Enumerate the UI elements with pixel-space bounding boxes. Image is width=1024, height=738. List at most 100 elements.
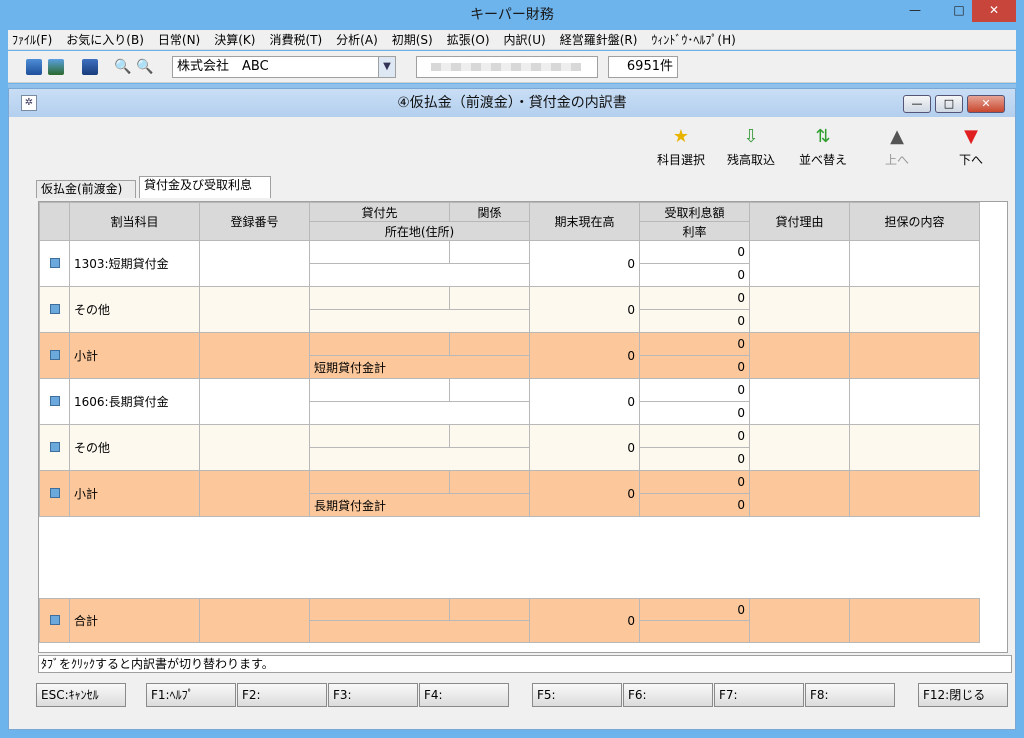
row-riyu[interactable] bbox=[749, 424, 850, 471]
f3-button[interactable]: F3: bbox=[328, 683, 418, 707]
row-kashitsuke bbox=[309, 332, 450, 356]
menu-window-help[interactable]: ｳｨﾝﾄﾞｳ･ﾍﾙﾌﾟ(H) bbox=[651, 31, 735, 48]
f1-help-button[interactable]: F1:ﾍﾙﾌﾟ bbox=[146, 683, 236, 707]
row-toroku[interactable] bbox=[199, 286, 310, 333]
row-checkbox[interactable] bbox=[39, 332, 70, 379]
f4-button[interactable]: F4: bbox=[419, 683, 509, 707]
row-uketori[interactable]: 0 bbox=[639, 240, 750, 264]
row-kankei[interactable] bbox=[449, 424, 530, 448]
table-row[interactable]: 小計 0 0 bbox=[39, 470, 980, 517]
row-checkbox[interactable] bbox=[39, 470, 70, 517]
company-select[interactable]: 株式会社 ABC ▼ bbox=[172, 56, 396, 78]
import-balance-button[interactable]: ⇩ 残高取込 bbox=[719, 127, 783, 168]
row-kashitsuke[interactable] bbox=[309, 378, 450, 402]
row-kashitsuke[interactable] bbox=[309, 286, 450, 310]
total-checkbox[interactable] bbox=[39, 598, 70, 643]
close-icon[interactable]: ✕ bbox=[972, 0, 1016, 22]
total-row[interactable]: 合計 0 0 bbox=[39, 598, 980, 643]
f2-button[interactable]: F2: bbox=[237, 683, 327, 707]
checkbox-icon[interactable] bbox=[49, 349, 60, 360]
move-up-button[interactable]: ▲ 上へ bbox=[865, 127, 929, 168]
checkbox-icon[interactable] bbox=[49, 303, 60, 314]
menu-settlement[interactable]: 決算(K) bbox=[214, 31, 255, 48]
minimize-icon[interactable]: — bbox=[900, 0, 930, 22]
row-kimatsu[interactable]: 0 bbox=[529, 286, 640, 333]
row-riyu[interactable] bbox=[749, 378, 850, 425]
select-account-button[interactable]: ★ 科目選択 bbox=[649, 127, 713, 168]
menu-compass[interactable]: 経営羅針盤(R) bbox=[560, 31, 638, 48]
menu-extend[interactable]: 拡張(O) bbox=[447, 31, 490, 48]
menu-favorites[interactable]: お気に入り(B) bbox=[66, 31, 144, 48]
row-riyu[interactable] bbox=[749, 240, 850, 287]
table-row[interactable]: その他 0 0 bbox=[39, 286, 980, 333]
row-kimatsu[interactable]: 0 bbox=[529, 424, 640, 471]
row-kimatsu[interactable]: 0 bbox=[529, 378, 640, 425]
row-riyu[interactable] bbox=[749, 286, 850, 333]
f7-button[interactable]: F7: bbox=[714, 683, 804, 707]
row-kankei[interactable] bbox=[449, 286, 530, 310]
row-tanpo[interactable] bbox=[849, 424, 980, 471]
checkbox-icon[interactable] bbox=[49, 395, 60, 406]
row-shozaichi[interactable] bbox=[309, 309, 530, 333]
row-riritsu[interactable]: 0 bbox=[639, 263, 750, 287]
row-riritsu[interactable]: 0 bbox=[639, 401, 750, 425]
f12-close-button[interactable]: F12:閉じる bbox=[918, 683, 1008, 707]
child-minimize-icon[interactable]: — bbox=[903, 95, 931, 113]
row-tanpo[interactable] bbox=[849, 286, 980, 333]
zoom-out-icon[interactable]: 🔍 bbox=[136, 59, 153, 75]
menu-daily[interactable]: 日常(N) bbox=[158, 31, 200, 48]
chevron-down-icon[interactable]: ▼ bbox=[378, 57, 395, 77]
child-maximize-icon[interactable]: □ bbox=[935, 95, 963, 113]
row-tanpo[interactable] bbox=[849, 378, 980, 425]
row-shozaichi[interactable] bbox=[309, 447, 530, 471]
table-row[interactable]: 1606:長期貸付金 0 0 bbox=[39, 378, 980, 425]
row-checkbox[interactable] bbox=[39, 240, 70, 287]
move-down-button[interactable]: ▼ 下へ bbox=[939, 127, 1003, 168]
row-riritsu[interactable]: 0 bbox=[639, 447, 750, 471]
row-checkbox[interactable] bbox=[39, 286, 70, 333]
checkbox-icon[interactable] bbox=[49, 487, 60, 498]
zoom-in-icon[interactable]: 🔍 bbox=[114, 59, 131, 75]
row-kankei[interactable] bbox=[449, 378, 530, 402]
menu-initial[interactable]: 初期(S) bbox=[392, 31, 433, 48]
row-toroku[interactable] bbox=[199, 424, 310, 471]
row-checkbox[interactable] bbox=[39, 378, 70, 425]
child-close-icon[interactable]: ✕ bbox=[967, 95, 1005, 113]
row-shozaichi[interactable] bbox=[309, 263, 530, 287]
f5-button[interactable]: F5: bbox=[532, 683, 622, 707]
row-kankei[interactable] bbox=[449, 240, 530, 264]
f6-button[interactable]: F6: bbox=[623, 683, 713, 707]
checkbox-icon[interactable] bbox=[49, 441, 60, 452]
row-toroku[interactable] bbox=[199, 240, 310, 287]
row-kimatsu[interactable]: 0 bbox=[529, 240, 640, 287]
row-shozaichi[interactable] bbox=[309, 401, 530, 425]
f8-button[interactable]: F8: bbox=[805, 683, 895, 707]
menu-breakdown[interactable]: 内訳(U) bbox=[504, 31, 546, 48]
menu-tax[interactable]: 消費税(T) bbox=[269, 31, 322, 48]
tab-kashitsuke[interactable]: 貸付金及び受取利息 bbox=[139, 176, 271, 198]
monitor-add-icon[interactable] bbox=[48, 59, 64, 75]
table-row[interactable]: その他 0 0 bbox=[39, 424, 980, 471]
menu-file[interactable]: ﾌｧｲﾙ(F) bbox=[12, 31, 52, 48]
monitor-icon[interactable] bbox=[26, 59, 42, 75]
row-tanpo[interactable] bbox=[849, 240, 980, 287]
row-uketori[interactable]: 0 bbox=[639, 378, 750, 402]
row-kashitsuke[interactable] bbox=[309, 240, 450, 264]
menu-analysis[interactable]: 分析(A) bbox=[336, 31, 378, 48]
row-uketori[interactable]: 0 bbox=[639, 424, 750, 448]
row-checkbox[interactable] bbox=[39, 424, 70, 471]
maximize-icon[interactable]: □ bbox=[944, 0, 974, 22]
table-row[interactable]: 小計 0 0 bbox=[39, 332, 980, 379]
window-icon[interactable] bbox=[82, 59, 98, 75]
child-window: ④仮払金（前渡金）・貸付金の内訳書 ✲ — □ ✕ ★ 科目選択 ⇩ 残高取込 … bbox=[8, 88, 1016, 730]
row-kashitsuke[interactable] bbox=[309, 424, 450, 448]
row-uketori[interactable]: 0 bbox=[639, 286, 750, 310]
row-toroku[interactable] bbox=[199, 378, 310, 425]
checkbox-icon[interactable] bbox=[49, 257, 60, 268]
tab-karibarai[interactable]: 仮払金(前渡金) bbox=[36, 180, 136, 198]
table-row[interactable]: 1303:短期貸付金 0 0 bbox=[39, 240, 980, 287]
sort-button[interactable]: ⇅ 並べ替え bbox=[791, 127, 855, 168]
checkbox-icon[interactable] bbox=[49, 614, 60, 625]
row-riritsu[interactable]: 0 bbox=[639, 309, 750, 333]
esc-cancel-button[interactable]: ESC:ｷｬﾝｾﾙ bbox=[36, 683, 126, 707]
